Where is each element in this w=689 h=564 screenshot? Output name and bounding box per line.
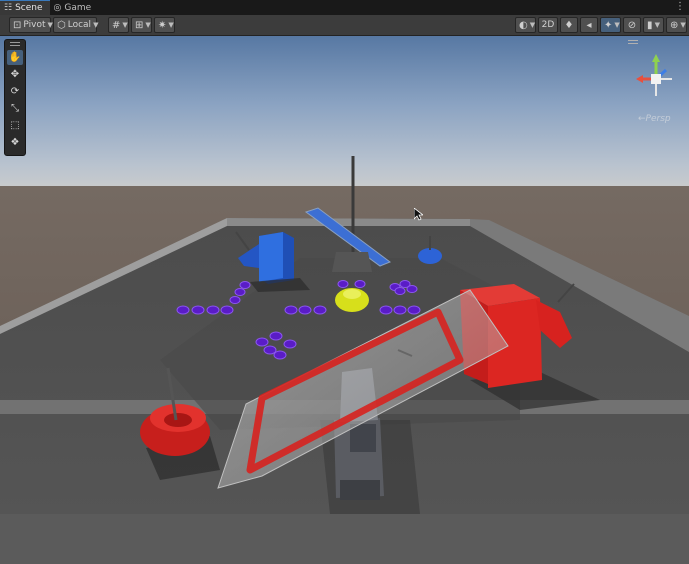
local-icon: ⬡ (57, 19, 66, 31)
tab-game[interactable]: ◎ Game (50, 0, 99, 15)
scene-render (0, 36, 689, 564)
projection-label[interactable]: ←Persp (638, 114, 671, 124)
gizmo-menu-icon[interactable] (628, 40, 638, 44)
lighting-toggle[interactable]: ♦ (560, 17, 578, 33)
snap-icon: ⊞ (135, 19, 144, 31)
chevron-down-icon: ▼ (680, 21, 686, 29)
speaker-icon: ◂ (586, 19, 592, 31)
transform-tool-button[interactable]: ❖ (7, 135, 23, 150)
pivot-icon: ⊡ (13, 19, 22, 31)
more-options-icon[interactable]: ⋮ (675, 1, 685, 12)
hand-icon: ✋ (8, 52, 22, 63)
red-bumper-hole (164, 413, 192, 427)
hidden-objects-toggle[interactable]: ⊘ (623, 17, 641, 33)
chevron-down-icon: ▼ (529, 21, 536, 29)
orientation-gizmo[interactable]: ←Persp (628, 38, 686, 128)
draw-mode-dropdown[interactable]: ◐ ▼ (515, 17, 536, 33)
hand-tool-button[interactable]: ✋ (7, 50, 23, 65)
tab-scene-label: Scene (15, 3, 43, 13)
grey-robot-head (350, 424, 376, 452)
tab-strip: ☷ Scene ◎ Game ⋮ (0, 0, 689, 15)
scene-toolbar: ⊡ Pivot ▼ ⬡ Local ▼ # ▼ ⊞ ▼ ✷ ▼ ◐ ▼ 2D ♦… (0, 15, 689, 36)
camera-icon: ▮ (647, 19, 653, 31)
scene-icon: ☷ (4, 3, 13, 13)
rect-tool-button[interactable]: ⬚ (7, 118, 23, 133)
axis-gizmo-icon[interactable] (628, 38, 686, 114)
local-dropdown[interactable]: ⬡ Local ▼ (53, 17, 99, 33)
tab-scene[interactable]: ☷ Scene (0, 0, 50, 15)
chevron-down-icon: ▼ (145, 21, 151, 29)
move-tool-button[interactable]: ✥ (7, 67, 23, 82)
local-label: Local (67, 20, 92, 30)
arena-front-wall (0, 514, 689, 564)
scene-viewport[interactable] (0, 36, 689, 564)
increment-snap-dropdown[interactable]: ⊞ ▼ (131, 17, 152, 33)
small-blue-dome (418, 248, 442, 264)
scene-visibility-dropdown[interactable]: ✷ ▼ (154, 17, 175, 33)
tab-game-label: Game (64, 2, 92, 13)
tools-overlay: ✋ ✥ ⟳ ⤡ ⬚ ❖ (4, 39, 26, 156)
camera-settings-dropdown[interactable]: ▮ ▼ (643, 17, 664, 33)
blue-cube-front (259, 232, 283, 282)
mouse-cursor-icon (414, 208, 423, 221)
effects-dropdown[interactable]: ✦ ▼ (600, 17, 621, 33)
eye-slash-icon: ⊘ (627, 19, 637, 31)
chevron-down-icon: ▼ (614, 21, 620, 29)
audio-toggle[interactable]: ◂ (580, 17, 598, 33)
chevron-down-icon: ▼ (654, 21, 660, 29)
chevron-down-icon: ▼ (93, 21, 99, 29)
grid-icon: # (112, 19, 121, 31)
rotate-icon: ⟳ (10, 86, 20, 97)
arena-back-wall (227, 218, 470, 226)
sky (0, 36, 689, 188)
pivot-dropdown[interactable]: ⊡ Pivot ▼ (9, 17, 53, 33)
yellow-pickup-top (343, 289, 361, 299)
chevron-down-icon: ▼ (122, 21, 128, 29)
mode-2d-toggle[interactable]: 2D (538, 17, 558, 33)
gizmos-dropdown[interactable]: ⊕ ▼ (666, 17, 687, 33)
sun-icon: ✷ (158, 19, 167, 31)
shading-icon: ◐ (519, 19, 528, 31)
rotate-tool-button[interactable]: ⟳ (7, 84, 23, 99)
game-icon: ◎ (53, 2, 62, 13)
scale-icon: ⤡ (11, 103, 19, 114)
grey-robot-base (340, 480, 380, 500)
center-base (332, 252, 372, 272)
grid-snap-dropdown[interactable]: # ▼ (108, 17, 129, 33)
mode-2d-label: 2D (541, 20, 555, 30)
scale-tool-button[interactable]: ⤡ (7, 101, 23, 116)
tools-grip-icon[interactable] (10, 42, 20, 46)
transform-icon: ❖ (10, 137, 20, 148)
move-icon: ✥ (10, 69, 20, 80)
rect-icon: ⬚ (10, 120, 20, 131)
light-bulb-icon: ♦ (564, 19, 574, 31)
chevron-down-icon: ▼ (168, 21, 174, 29)
effects-icon: ✦ (604, 19, 613, 31)
gizmo-icon: ⊕ (670, 19, 679, 31)
pivot-label: Pivot (23, 20, 46, 30)
